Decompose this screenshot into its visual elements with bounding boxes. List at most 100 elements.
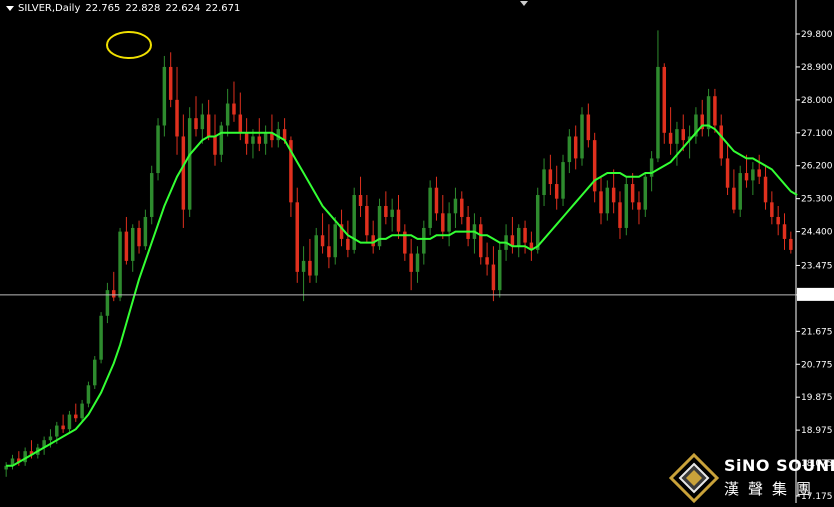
bear-candle-body [763,176,768,203]
y-axis: 29.800 28.900 28.000 27.100 26.200 25.300 24.4… [796,30,834,502]
bear-candle-body [434,187,439,214]
bull-candle-body [187,118,192,210]
bear-candle-body [320,235,325,247]
bull-candle-body [542,169,546,196]
bull-candle-body [605,187,610,214]
bear-candle-body [719,125,723,159]
bear-candle-body [662,66,667,133]
bull-candle-body [93,359,97,386]
chart-header: SILVER,Daily 22.765 22.828 22.624 22.671 [6,3,245,14]
bear-candle-body [358,195,363,206]
chart-shift-marker[interactable] [520,1,528,6]
bull-candle-body [624,184,629,228]
bear-candle-body [194,118,198,130]
bear-candle-body [206,114,211,137]
logo-name: SiNO SOUND [724,456,834,475]
bear-candle-body [586,114,591,141]
bear-candle-body [137,227,141,247]
bear-candle-body [124,231,129,261]
close-value: 22.671 [205,3,241,14]
bull-candle-body [656,66,660,159]
bull-candle-body [567,136,572,163]
bear-candle-body [732,187,736,210]
bull-candle-body [453,198,458,214]
bear-candle-body [232,103,236,115]
bear-candle-body [630,184,635,203]
bull-candle-body [447,213,451,232]
y-tick-label: 22.671 [801,291,833,301]
bear-candle-body [725,158,730,188]
bull-candle-body [751,169,755,181]
bull-candle-body [561,162,565,199]
bear-candle-body [238,114,243,133]
bear-candle-body [770,202,774,217]
bear-candle-body [485,257,489,265]
bull-candle-body [80,403,84,419]
bull-candle-body [643,176,648,210]
bull-candle-body [263,132,268,144]
bear-candle-body [554,184,559,199]
bull-candle-body [86,385,91,404]
bull-candle-body [130,227,135,261]
bull-candle-body [251,136,255,144]
bear-candle-body [599,191,603,214]
y-tick-label: 23.475 [801,261,833,271]
bear-candle-body [175,99,179,137]
bull-candle-body [415,253,420,272]
bear-candle-body [168,66,173,100]
bear-candle-body [523,227,527,243]
y-tick-label: 26.200 [801,162,833,172]
bull-candle-body [225,103,230,126]
bear-candle-body [365,205,369,236]
bull-candle-body [314,235,318,276]
y-tick-label: 24.400 [801,228,833,238]
bear-candle-body [637,202,641,210]
bear-candle-body [257,136,262,144]
bull-candle-body [149,173,154,217]
bear-candle-body [384,205,388,217]
bear-candle-body [782,224,787,239]
bear-candle-body [396,209,401,232]
bear-candle-body [713,96,717,126]
bear-candle-body [789,238,793,250]
bear-candle-body [295,202,299,272]
y-tick-label: 29.800 [801,30,833,40]
bear-candle-body [244,132,249,144]
bull-candle-body [738,173,742,210]
bear-candle-body [548,169,553,185]
high-value: 22.828 [125,3,161,14]
bear-candle-body [744,173,749,181]
bear-candle-body [61,425,65,430]
bull-candle-body [428,187,432,228]
bull-candle-body [390,209,394,217]
low-value: 22.624 [165,3,201,14]
y-tick-label: 21.675 [801,327,833,337]
bull-candle-body [67,414,72,430]
y-tick-label: 20.775 [801,360,833,370]
price-chart[interactable]: 29.800 28.900 28.000 27.100 26.200 25.300 24.4… [0,0,834,503]
y-tick-label: 25.300 [801,195,833,205]
bull-candle-body [219,125,224,155]
sino-sound-logo: SiNO SOUND 漢聲集團 [668,452,834,504]
bear-candle-body [181,136,186,210]
y-tick-label: 27.100 [801,129,833,139]
open-value: 22.765 [85,3,121,14]
dropdown-triangle-icon[interactable] [6,5,14,11]
bull-candle-body [535,195,540,250]
bear-candle-body [74,414,78,419]
bull-candle-body [333,224,337,258]
bull-candle-body [301,260,306,272]
bear-candle-body [308,260,312,276]
diamond-logo-icon [668,452,720,504]
bear-candle-body [757,169,761,177]
bear-candle-body [776,216,780,225]
bear-candle-body [491,264,496,291]
bull-candle-body [105,290,110,316]
bear-candle-body [111,290,116,298]
bear-candle-body [592,140,597,192]
bull-candle-body [516,227,521,247]
bear-candle-body [466,216,470,239]
bull-candle-body [118,231,122,298]
bear-candle-body [668,132,673,144]
bull-candle-body [200,114,205,130]
